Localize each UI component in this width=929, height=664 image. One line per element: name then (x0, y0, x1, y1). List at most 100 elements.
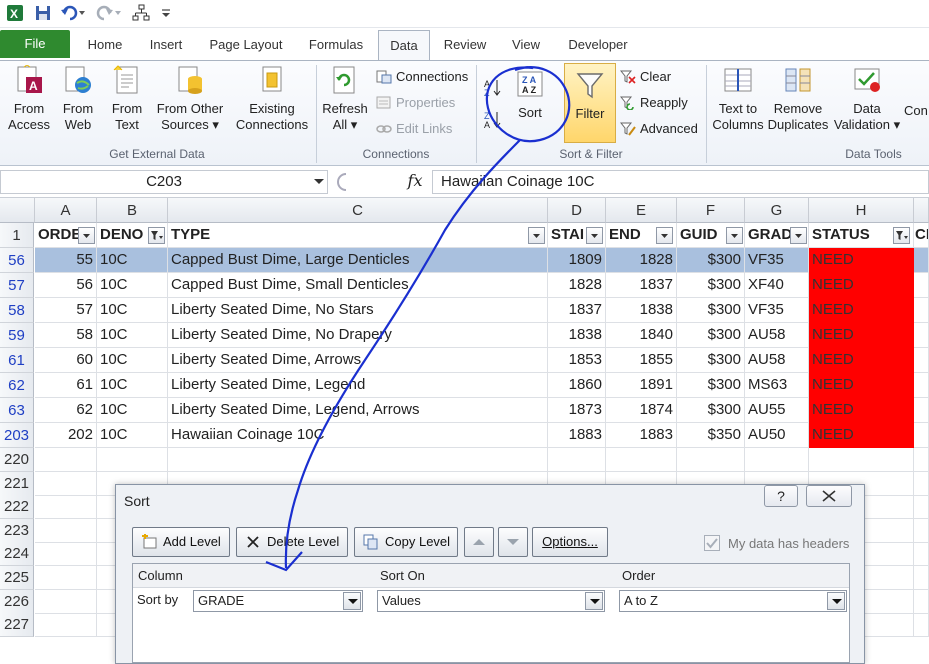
cell-type[interactable]: Liberty Seated Dime, Legend, Arrows (168, 398, 548, 423)
tab-view[interactable]: View (502, 34, 550, 60)
cell-type[interactable]: Capped Bust Dime, Small Denticles (168, 273, 548, 298)
tab-review[interactable]: Review (436, 34, 494, 60)
empty-cell[interactable] (35, 518, 97, 543)
row-header[interactable]: 203 (0, 423, 34, 448)
row-header[interactable]: 224 (0, 542, 34, 567)
delete-level-button[interactable]: Delete Level (236, 527, 348, 557)
cell-type[interactable]: Liberty Seated Dime, Legend (168, 373, 548, 398)
cell-type[interactable]: Hawaiian Coinage 10C (168, 423, 548, 448)
cell-order[interactable]: 62 (35, 398, 97, 423)
sort-z-to-a-icon[interactable]: ZA (484, 109, 504, 130)
tab-file[interactable]: File (0, 30, 70, 58)
cell-denom[interactable]: 10C (97, 248, 168, 273)
cell-order[interactable]: 58 (35, 323, 97, 348)
column-header-b[interactable]: B (97, 198, 168, 223)
column-header-a[interactable]: A (35, 198, 97, 223)
cell-guide[interactable]: $300 (677, 348, 745, 373)
empty-cell[interactable] (914, 566, 929, 590)
customize-qat-icon[interactable] (160, 4, 178, 22)
cell-start[interactable]: 1828 (548, 273, 606, 298)
row-header[interactable]: 59 (0, 323, 34, 348)
cell-guide[interactable]: $300 (677, 273, 745, 298)
empty-cell[interactable] (35, 613, 97, 638)
cell-guide[interactable]: $300 (677, 323, 745, 348)
header-cell-i[interactable]: CI (914, 223, 929, 248)
name-box[interactable]: C203 (0, 170, 328, 194)
sort-button[interactable]: Z AA Z Sort (508, 69, 552, 121)
row-header[interactable]: 63 (0, 398, 34, 423)
save-icon[interactable] (34, 4, 52, 22)
from-access-button[interactable]: A From Access (4, 65, 54, 133)
empty-cell[interactable] (35, 448, 97, 472)
cell-status[interactable]: NEED (809, 298, 914, 323)
empty-cell[interactable] (914, 589, 929, 614)
empty-cell[interactable] (35, 495, 97, 520)
cell-type[interactable]: Liberty Seated Dime, Arrows (168, 348, 548, 373)
data-validation-button[interactable]: Data Validation ▾ (832, 65, 902, 133)
cell-end[interactable]: 1891 (606, 373, 677, 398)
cell-order[interactable]: 60 (35, 348, 97, 373)
cell-order[interactable]: 56 (35, 273, 97, 298)
advanced-button[interactable]: Advanced (618, 119, 698, 139)
column-header-g[interactable]: G (745, 198, 809, 223)
cell-order[interactable]: 202 (35, 423, 97, 448)
cell-grade[interactable]: VF35 (745, 248, 809, 273)
sort-column-select[interactable]: GRADE (193, 590, 363, 612)
row-header[interactable]: 57 (0, 273, 34, 298)
tab-insert[interactable]: Insert (140, 34, 192, 60)
cell-grade[interactable]: MS63 (745, 373, 809, 398)
cell-guide[interactable]: $300 (677, 248, 745, 273)
cell-i[interactable] (914, 398, 929, 423)
cell-order[interactable]: 57 (35, 298, 97, 323)
row-header[interactable]: 225 (0, 566, 34, 590)
empty-cell[interactable] (35, 566, 97, 590)
cell-start[interactable]: 1860 (548, 373, 606, 398)
cell-grade[interactable]: XF40 (745, 273, 809, 298)
cell-order[interactable]: 55 (35, 248, 97, 273)
select-all-corner[interactable] (0, 198, 35, 223)
cell-denom[interactable]: 10C (97, 373, 168, 398)
row-header[interactable]: 220 (0, 448, 34, 472)
empty-cell[interactable] (914, 448, 929, 472)
empty-cell[interactable] (914, 471, 929, 496)
empty-cell[interactable] (606, 448, 677, 472)
cell-guide[interactable]: $300 (677, 398, 745, 423)
cell-grade[interactable]: AU58 (745, 348, 809, 373)
tab-formulas[interactable]: Formulas (300, 34, 372, 60)
cell-denom[interactable]: 10C (97, 423, 168, 448)
text-to-columns-button[interactable]: Text to Columns (710, 65, 766, 133)
cell-i[interactable] (914, 423, 929, 448)
cell-status[interactable]: NEED (809, 248, 914, 273)
remove-duplicates-button[interactable]: Remove Duplicates (766, 65, 830, 133)
cell-type[interactable]: Capped Bust Dime, Large Denticles (168, 248, 548, 273)
sort-order-select[interactable]: A to Z (619, 590, 847, 612)
filter-dropdown-icon[interactable] (78, 227, 95, 244)
cell-denom[interactable]: 10C (97, 323, 168, 348)
column-header-e[interactable]: E (606, 198, 677, 223)
redo-icon[interactable] (96, 4, 121, 22)
clear-button[interactable]: Clear (618, 67, 671, 87)
row-header[interactable]: 226 (0, 589, 34, 614)
cell-grade[interactable]: AU55 (745, 398, 809, 423)
add-level-button[interactable]: Add Level (132, 527, 230, 557)
cell-start[interactable]: 1883 (548, 423, 606, 448)
row-header[interactable]: 223 (0, 518, 34, 543)
row-header[interactable]: 227 (0, 613, 34, 638)
column-header-d[interactable]: D (548, 198, 606, 223)
filter-dropdown-icon[interactable] (656, 227, 673, 244)
move-up-button[interactable] (464, 527, 494, 557)
filter-dropdown-icon[interactable] (528, 227, 545, 244)
reapply-button[interactable]: Reapply (618, 93, 688, 113)
empty-cell[interactable] (914, 542, 929, 567)
cell-i[interactable] (914, 273, 929, 298)
empty-cell[interactable] (914, 518, 929, 543)
row-header[interactable]: 221 (0, 471, 34, 496)
cell-end[interactable]: 1840 (606, 323, 677, 348)
filter-active-icon[interactable] (893, 227, 910, 244)
help-button[interactable]: ? (764, 485, 798, 507)
cell-status[interactable]: NEED (809, 348, 914, 373)
cell-end[interactable]: 1828 (606, 248, 677, 273)
formula-input[interactable]: Hawaiian Coinage 10C (432, 170, 929, 194)
name-box-dropdown-icon[interactable] (312, 174, 326, 188)
cell-i[interactable] (914, 323, 929, 348)
